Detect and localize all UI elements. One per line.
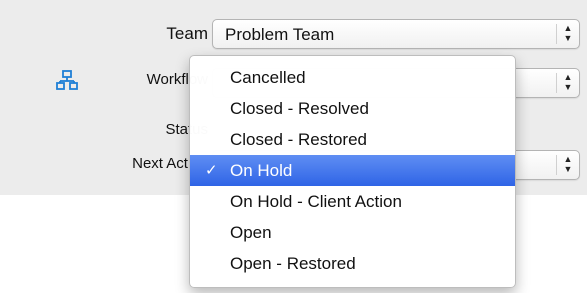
up-down-chevron-icon: ▲ ▼ <box>563 154 573 174</box>
select-divider <box>556 155 557 175</box>
up-down-chevron-icon: ▲ ▼ <box>563 23 573 43</box>
team-label: Team <box>166 24 208 43</box>
menu-item-on-hold[interactable]: ✓ On Hold <box>190 155 515 186</box>
menu-item-on-hold-client-action[interactable]: On Hold - Client Action <box>190 186 515 217</box>
checkmark-icon: ✓ <box>205 162 218 179</box>
menu-item-cancelled[interactable]: Cancelled <box>190 62 515 93</box>
team-select[interactable]: Problem Team ▲ ▼ <box>212 19 580 49</box>
select-divider <box>556 24 557 44</box>
menu-item-open-restored[interactable]: Open - Restored <box>190 248 515 279</box>
menu-item-closed-restored[interactable]: Closed - Restored <box>190 124 515 155</box>
select-divider <box>556 73 557 93</box>
edit-request-form: Team Problem Team ▲ ▼ Workflow ▲ ▼ Status … <box>0 0 587 293</box>
menu-item-closed-resolved[interactable]: Closed - Resolved <box>190 93 515 124</box>
team-select-value: Problem Team <box>225 25 335 44</box>
menu-item-open[interactable]: Open <box>190 217 515 248</box>
status-dropdown-menu: Cancelled Closed - Resolved Closed - Res… <box>189 55 516 288</box>
up-down-chevron-icon: ▲ ▼ <box>563 72 573 92</box>
